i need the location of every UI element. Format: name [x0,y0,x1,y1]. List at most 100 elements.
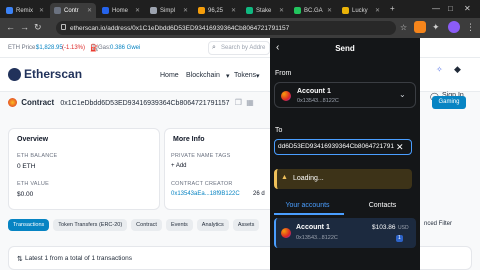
sort-icon: ⇅ [17,256,23,263]
close-tab-icon[interactable]: ✕ [87,7,92,14]
clear-input-icon[interactable]: ✕ [394,142,406,153]
browser-tab-active[interactable]: Contr ✕ [50,3,96,18]
etherscan-logo-text[interactable]: Etherscan [24,67,82,81]
address-tabs: Transactions Token Transfers (ERC-20) Co… [8,219,260,233]
extensions-icon[interactable]: ✦ [432,22,440,33]
creator-age: 26 d [253,191,265,197]
tab-label: BC.GA [304,7,323,14]
from-label: From [275,70,292,77]
recipient-address-value: dd6D53ED93416939364Cb8064721791157 [278,143,405,150]
chevron-down-icon: ⌄ [399,90,406,99]
qr-code-icon[interactable]: ▦ [246,98,254,107]
tab-assets[interactable]: Assets [232,219,260,231]
close-tab-icon[interactable]: ✕ [375,7,380,14]
browser-tab[interactable]: Simpl ✕ [146,3,192,18]
browser-tab[interactable]: Stake ✕ [242,3,288,18]
new-tab-button[interactable]: + [390,4,395,13]
from-account-selector[interactable]: Account 1 0x13543...8122C ⌄ [274,82,416,108]
contract-address: 0x1C1eDbdd6D53ED93416939364Cb80647217911… [60,100,230,107]
url-text: etherscan.io/address/0x1C1eDbdd6D53ED934… [70,24,290,32]
chevron-down-icon: ▾ [256,73,260,80]
tab-events[interactable]: Events [165,219,193,231]
tab-token-transfers[interactable]: Token Transfers (ERC-20) [53,219,128,231]
tab-analytics[interactable]: Analytics [196,219,229,231]
browser-menu-icon[interactable]: ⋮ [466,22,475,33]
gaming-label: Gaming [438,99,460,105]
tab-contacts[interactable]: Contacts [345,202,420,209]
tab-label: Lucky [352,7,368,14]
close-tab-icon[interactable]: ✕ [183,7,188,14]
tab-favicon-icon [102,7,109,14]
tab-contract[interactable]: Contract [131,219,162,231]
account-avatar [281,91,291,101]
lock-icon [61,24,66,30]
reload-icon[interactable]: ↻ [34,22,42,33]
tab-favicon-icon [246,7,253,14]
browser-tab[interactable]: BC.GA ✕ [290,3,336,18]
close-tab-icon[interactable]: ✕ [327,7,332,14]
account-badge: 1 [396,235,403,242]
list-account-currency: USD [398,225,409,231]
nav-tokens[interactable]: Tokens [234,72,256,79]
bookmark-star-icon[interactable]: ☆ [400,22,407,33]
search-input[interactable]: ⌕ Search by Addre [208,41,270,55]
maximize-icon[interactable]: □ [448,4,453,13]
account-avatar [281,228,291,238]
recipient-address-input[interactable]: dd6D53ED93416939364Cb8064721791157 [274,139,412,155]
advanced-filter-button[interactable]: nced Filter [424,221,452,227]
close-tab-icon[interactable]: ✕ [231,7,236,14]
more-info-card: More Info PRIVATE NAME TAGS + Add CONTRA… [164,128,284,210]
from-account-address: 0x13543...8122C [297,98,339,104]
eth-price-label: ETH Price: [8,45,38,51]
add-tag-button[interactable]: + Add [171,163,187,169]
profile-avatar[interactable] [448,21,460,33]
more-info-title: More Info [173,136,205,143]
tab-label: Home [112,7,129,14]
gaming-button[interactable]: Gaming [432,96,466,109]
contract-title-row: Contract 0x1C1eDbdd6D53ED93416939364Cb80… [8,98,254,108]
browser-toolbar: ← → ↻ etherscan.io/address/0x1C1eDbdd6D5… [0,18,480,38]
tab-favicon-icon [150,7,157,14]
close-tab-icon[interactable]: ✕ [135,7,140,14]
browser-tab[interactable]: 96,25 ✕ [194,3,240,18]
search-placeholder: Search by Addre [221,45,266,51]
to-label: To [275,127,283,134]
recipient-tabs: Your accounts Contacts [270,200,420,214]
close-tab-icon[interactable]: ✕ [279,7,284,14]
chevron-down-icon: ▾ [226,73,230,80]
eth-balance-label: ETH BALANCE [17,153,58,159]
browser-tab[interactable]: Home ✕ [98,3,144,18]
tab-your-accounts[interactable]: Your accounts [270,202,345,209]
ethereum-icon[interactable]: ✧ [436,65,443,74]
eth-network-icon[interactable]: ◆ [454,64,461,75]
nav-home[interactable]: Home [160,72,179,79]
eth-price-value: $1,828.95 [36,45,63,51]
etherscan-logo-icon[interactable] [8,68,21,81]
loading-alert: ▲ Loading... [274,169,412,189]
eth-value-value: $0.00 [17,191,34,198]
gas-value: 0.386 Gwei [110,45,141,51]
tab-favicon-icon [198,7,205,14]
tab-favicon-icon [342,7,349,14]
browser-tab[interactable]: Remix ✕ [2,3,48,18]
account-list-item[interactable]: Account 1 0x13543...8122C $103.86 USD 1 [274,218,416,248]
send-title: Send [335,44,355,53]
tab-transactions[interactable]: Transactions [8,219,50,231]
contract-creator-link[interactable]: 0x13543aEa...18f9B122C [171,191,240,197]
forward-icon[interactable]: → [20,22,29,33]
copy-icon[interactable]: ❐ [235,98,242,107]
active-tab-indicator [274,213,344,215]
close-tab-icon[interactable]: ✕ [39,7,44,14]
browser-tab-strip: Remix ✕ Contr ✕ Home ✕ Simpl ✕ 96,25 ✕ S… [0,0,480,18]
tab-label: Simpl [160,7,176,14]
metamask-extension-icon[interactable] [414,21,426,33]
address-bar[interactable]: etherscan.io/address/0x1C1eDbdd6D53ED934… [56,21,396,35]
warning-icon: ▲ [281,174,288,181]
minimize-icon[interactable]: — [432,4,440,13]
close-window-icon[interactable]: ✕ [464,4,471,13]
eth-balance-value: 0 ETH [17,163,36,170]
back-icon[interactable]: ← [6,22,15,33]
tab-label: Stake [256,7,272,14]
browser-tab[interactable]: Lucky ✕ [338,3,384,18]
nav-blockchain[interactable]: Blockchain [186,72,220,79]
